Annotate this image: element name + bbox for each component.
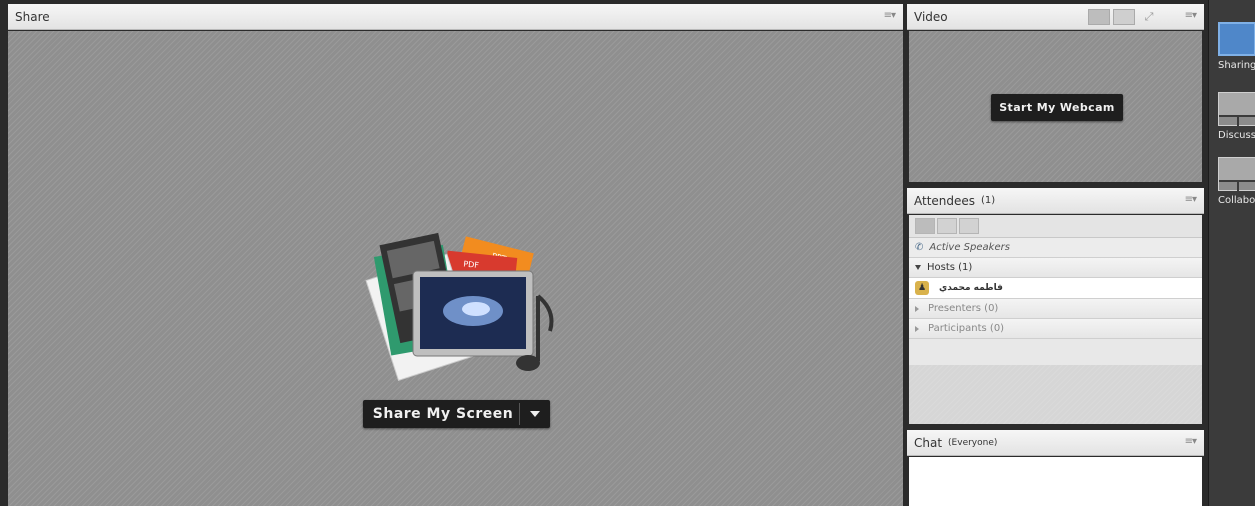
expand-arrow-icon (915, 305, 919, 312)
video-toolbar: ⤢ (1088, 9, 1160, 25)
share-options-dropdown[interactable] (520, 400, 550, 428)
host-badge-icon: ♟ (915, 281, 929, 295)
attendee-list-empty-area (909, 365, 1202, 424)
video-pod-body: Start My Webcam (909, 31, 1202, 182)
layout-collaborate-thumbnail (1218, 157, 1255, 192)
fullscreen-icon[interactable]: ⤢ (1138, 9, 1160, 25)
active-speakers-row: ✆ Active Speakers (909, 238, 1202, 258)
chat-message-area (909, 457, 1202, 506)
host-user-row[interactable]: ♟ فاطمه محمدي (909, 278, 1202, 299)
pdf-label: PDF (463, 259, 480, 270)
phone-icon: ✆ (915, 242, 924, 253)
chat-scope: (Everyone) (948, 437, 998, 448)
share-my-screen-button[interactable]: Share My Screen (363, 400, 550, 428)
participants-group-row[interactable]: Participants (0) (909, 319, 1202, 339)
presenters-label: Presenters (0) (928, 303, 999, 314)
pod-menu-icon[interactable]: ≡▾ (1185, 436, 1197, 447)
filmstrip-view-icon[interactable] (1113, 9, 1135, 25)
chat-pod-header: Chat (Everyone) ≡▾ (907, 430, 1204, 456)
video-pod-header: Video ⤢ ≡▾ (907, 4, 1204, 30)
pod-menu-icon[interactable]: ≡▾ (884, 10, 896, 21)
layout-discuss[interactable]: Discuss (1218, 92, 1255, 141)
user-status-icon[interactable] (959, 218, 979, 234)
attendee-count: (1) (981, 195, 996, 206)
expand-arrow-icon (915, 325, 919, 332)
breakout-view-icon[interactable] (937, 218, 957, 234)
attendees-pod-body: ✆ Active Speakers Hosts (1) ♟ فاطمه محمد… (909, 215, 1202, 424)
hosts-group-row[interactable]: Hosts (1) (909, 258, 1202, 278)
share-illustration-icon: PPT PDF (365, 232, 554, 382)
participants-label: Participants (0) (928, 323, 1005, 334)
chevron-down-icon (530, 411, 540, 417)
layout-discuss-label: Discuss (1218, 130, 1255, 141)
share-pod: Share ≡▾ PPT PDF (8, 4, 903, 506)
list-view-icon[interactable] (915, 218, 935, 234)
video-pod: Video ⤢ ≡▾ Start My Webcam (907, 4, 1204, 184)
layout-collaborate[interactable]: Collabo (1218, 157, 1255, 206)
layout-sharing[interactable]: Sharing (1218, 22, 1255, 71)
pod-menu-icon[interactable]: ≡▾ (1185, 10, 1197, 21)
attendee-view-toolbar (909, 215, 1202, 238)
start-webcam-button[interactable]: Start My Webcam (991, 94, 1123, 121)
host-user-name: فاطمه محمدي (939, 283, 1003, 293)
active-speakers-label: Active Speakers (929, 242, 1010, 253)
attendees-pod-header: Attendees (1) ≡▾ (907, 188, 1204, 214)
attendees-pod: Attendees (1) ≡▾ ✆ Active Speakers Hosts… (907, 188, 1204, 426)
pod-menu-icon[interactable]: ≡▾ (1185, 194, 1197, 205)
video-pod-title: Video (914, 9, 948, 24)
chat-pod-title: Chat (914, 435, 943, 450)
attendees-pod-title: Attendees (914, 193, 976, 208)
hosts-label: Hosts (1) (927, 262, 973, 273)
layout-sharing-label: Sharing (1218, 60, 1255, 71)
chat-pod: Chat (Everyone) ≡▾ (907, 430, 1204, 506)
layouts-bar: Sharing Discuss Collabo (1208, 0, 1255, 506)
layout-sharing-thumbnail (1218, 22, 1255, 56)
layout-collaborate-label: Collabo (1218, 195, 1255, 206)
layout-discuss-thumbnail (1218, 92, 1255, 127)
share-my-screen-label: Share My Screen (372, 406, 514, 422)
share-pod-body: PPT PDF (8, 31, 903, 506)
grid-view-icon[interactable] (1088, 9, 1110, 25)
share-pod-header: Share ≡▾ (8, 4, 903, 30)
presenters-group-row[interactable]: Presenters (0) (909, 299, 1202, 319)
collapse-arrow-icon (915, 265, 921, 270)
share-pod-title: Share (15, 9, 50, 24)
